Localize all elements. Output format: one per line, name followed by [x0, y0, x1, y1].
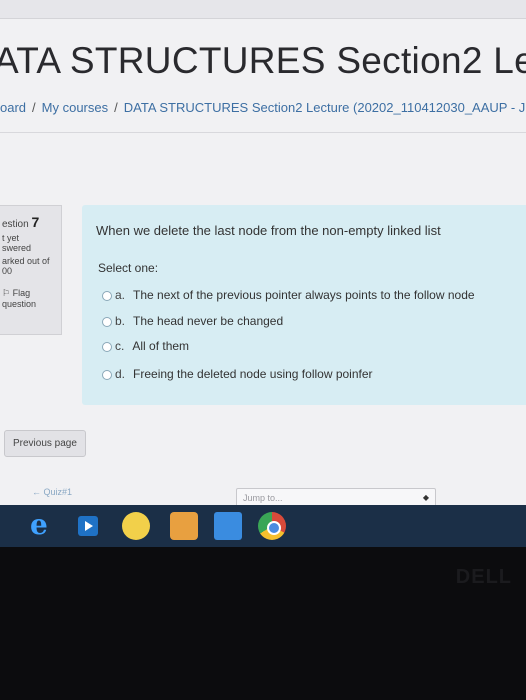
- breadcrumb-separator: /: [114, 100, 118, 115]
- radio-button-d[interactable]: [102, 369, 112, 380]
- chrome-icon[interactable]: [258, 512, 286, 540]
- breadcrumb-dashboard-link[interactable]: oard: [0, 100, 26, 115]
- option-b[interactable]: b. The head never be changed: [102, 314, 283, 328]
- jump-to-placeholder: Jump to...: [243, 493, 283, 503]
- header-divider: [0, 132, 526, 133]
- question-content: When we delete the last node from the no…: [82, 205, 526, 405]
- radio-button-a[interactable]: [102, 290, 112, 301]
- question-text: When we delete the last node from the no…: [96, 223, 441, 238]
- breadcrumb-my-courses-link[interactable]: My courses: [42, 100, 108, 115]
- media-player-icon[interactable]: [78, 516, 98, 536]
- option-c-label: All of them: [132, 339, 190, 353]
- calendar-icon[interactable]: [214, 512, 242, 540]
- option-a-label: The next of the previous pointer always …: [133, 288, 475, 302]
- flag-icon: ⚐: [2, 288, 11, 298]
- file-explorer-icon[interactable]: [170, 512, 198, 540]
- option-d[interactable]: d. Freeing the deleted node using follow …: [102, 367, 373, 381]
- breadcrumb-course-link[interactable]: DATA STRUCTURES Section2 Lecture (20202_…: [124, 100, 526, 115]
- internet-explorer-icon[interactable]: e: [30, 511, 58, 540]
- breadcrumb: oard / My courses / DATA STRUCTURES Section2…: [0, 100, 526, 115]
- question-marks: arked out of 00: [2, 256, 50, 276]
- radio-button-c[interactable]: [102, 341, 112, 352]
- dell-logo: DELL: [455, 566, 512, 588]
- app-icon[interactable]: [122, 512, 150, 540]
- radio-button-b[interactable]: [102, 316, 112, 327]
- option-a[interactable]: a. The next of the previous pointer alway…: [102, 288, 475, 302]
- question-info-panel: estion 7 t yet swered arked out of 00 ⚐ Fl…: [0, 205, 62, 335]
- flag-question-link[interactable]: ⚐ Flag question: [2, 288, 61, 309]
- question-number: estion 7: [2, 214, 40, 230]
- jump-to-select[interactable]: Jump to... ◆: [236, 488, 436, 505]
- breadcrumb-separator: /: [32, 100, 36, 115]
- windows-taskbar: e: [0, 505, 526, 547]
- select-arrow-icon: ◆: [422, 493, 429, 502]
- quiz-back-link[interactable]: ← Quiz#1: [32, 487, 72, 497]
- option-c[interactable]: c. All of them: [102, 339, 189, 353]
- question-status: t yet swered: [2, 233, 32, 253]
- browser-top-bar: [0, 0, 526, 19]
- browser-screen: ATA STRUCTURES Section2 Lecture (2( oard…: [0, 0, 526, 505]
- option-b-label: The head never be changed: [133, 314, 284, 328]
- option-d-label: Freeing the deleted node using follow po…: [133, 367, 373, 381]
- page-title: ATA STRUCTURES Section2 Lecture (2(: [0, 40, 526, 81]
- select-one-prompt: Select one:: [98, 261, 159, 275]
- previous-page-button[interactable]: Previous page: [4, 430, 86, 457]
